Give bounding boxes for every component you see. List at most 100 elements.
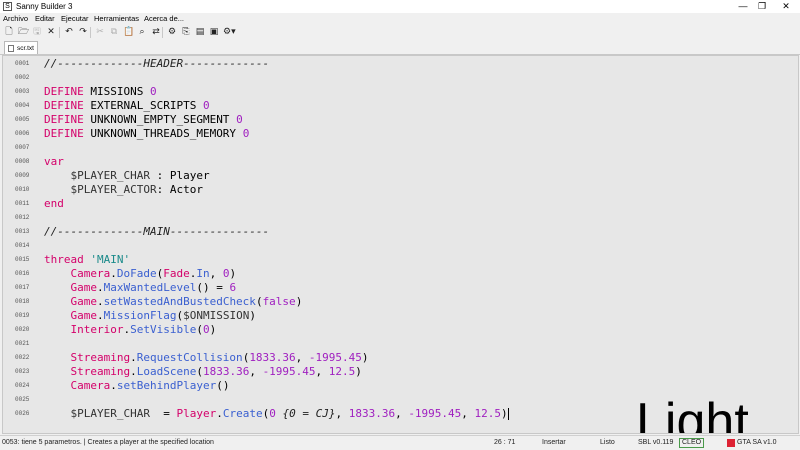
code-token-plain: : Actor bbox=[156, 183, 203, 196]
code-line[interactable]: 0020 Interior.SetVisible(0) bbox=[3, 323, 798, 337]
code-line[interactable]: 0022 Streaming.RequestCollision(1833.36,… bbox=[3, 351, 798, 365]
line-number: 0014 bbox=[15, 242, 30, 249]
code-line[interactable]: 0013 //-------------MAIN--------------- bbox=[3, 225, 798, 239]
line-number: 0006 bbox=[15, 130, 30, 137]
save-icon[interactable]: 🖫 bbox=[32, 27, 42, 37]
copy-icon[interactable]: ⧉ bbox=[109, 27, 119, 37]
compile-icon[interactable]: ⚙ bbox=[167, 27, 177, 37]
code-line[interactable]: 0014 bbox=[3, 239, 798, 253]
code-line[interactable]: 0015 thread 'MAIN' bbox=[3, 253, 798, 267]
code-editor[interactable]: 0001//-------------HEADER------------- 00… bbox=[2, 55, 799, 434]
code-line[interactable]: 0005 DEFINE UNKNOWN_EMPTY_SEGMENT 0 bbox=[3, 113, 798, 127]
redo-icon[interactable]: ↷ bbox=[78, 27, 88, 37]
code-token-number: 12.5 bbox=[328, 365, 356, 378]
code-line[interactable]: 0017 Game.MaxWantedLevel() = 6 bbox=[3, 281, 798, 295]
code-line[interactable]: 0024 Camera.setBehindPlayer() bbox=[3, 379, 798, 393]
code-line[interactable]: 0004 DEFINE EXTERNAL_SCRIPTS 0 bbox=[3, 99, 798, 113]
paste-icon[interactable]: 📋 bbox=[123, 27, 134, 37]
menu-ejecutar[interactable]: Ejecutar bbox=[61, 13, 89, 25]
line-number: 0016 bbox=[15, 270, 30, 277]
code-token-plain: ) bbox=[355, 365, 362, 378]
maximize-button[interactable]: ❐ bbox=[752, 0, 772, 13]
code-token-plain: . bbox=[96, 295, 104, 308]
code-token-class: Interior bbox=[44, 323, 124, 336]
code-line[interactable]: 0019 Game.MissionFlag($ONMISSION) bbox=[3, 309, 798, 323]
title-bar: S Sanny Builder 3 — ❐ ✕ bbox=[0, 0, 800, 13]
code-token-plain: , bbox=[295, 351, 309, 364]
code-token-var: $PLAYER_CHAR bbox=[44, 407, 157, 420]
code-token-class: Streaming bbox=[44, 351, 131, 364]
cleo-badge[interactable]: CLEO bbox=[679, 438, 705, 448]
close-window-button[interactable]: ✕ bbox=[776, 0, 796, 13]
decompile-icon[interactable]: ⎘ bbox=[181, 27, 191, 37]
code-text: thread 'MAIN' bbox=[44, 253, 130, 267]
code-line[interactable]: 0011 end bbox=[3, 197, 798, 211]
menu-acerca-de[interactable]: Acerca de... bbox=[144, 13, 184, 25]
settings-icon[interactable]: ⚙▾ bbox=[223, 27, 236, 37]
code-token-plain: ) bbox=[249, 309, 256, 322]
code-line[interactable]: 0002 bbox=[3, 71, 798, 85]
line-number: 0008 bbox=[15, 158, 30, 165]
code-token-comment: //-------------MAIN--------------- bbox=[44, 225, 270, 238]
code-text: $PLAYER_CHAR = Player.Create(0 {0 = CJ},… bbox=[44, 407, 509, 421]
tab-scr-txt[interactable]: scr.txt bbox=[4, 41, 38, 54]
code-token-plain: ) bbox=[361, 351, 369, 364]
cut-icon[interactable]: ✂ bbox=[95, 27, 105, 37]
code-token-plain: : Player bbox=[156, 169, 210, 182]
text-caret bbox=[507, 408, 509, 420]
code-token-method: RequestCollision bbox=[136, 351, 243, 364]
game-version[interactable]: GTA SA v1.0 bbox=[737, 436, 777, 450]
line-number: 0015 bbox=[15, 256, 30, 263]
replace-icon[interactable]: ⇄ bbox=[151, 27, 161, 37]
line-number: 0003 bbox=[15, 88, 30, 95]
code-line[interactable]: 0010 $PLAYER_ACTOR: Actor bbox=[3, 183, 798, 197]
code-text: DEFINE MISSIONS 0 bbox=[44, 85, 157, 99]
open-folder-icon[interactable]: 🗁 bbox=[18, 27, 29, 37]
code-line[interactable]: 0001 //-------------HEADER------------- bbox=[3, 57, 798, 71]
code-token-class: Fade bbox=[163, 267, 190, 280]
menu-herramientas[interactable]: Herramientas bbox=[94, 13, 139, 25]
code-token-method: MissionFlag bbox=[103, 309, 177, 322]
game-icon[interactable]: ▣ bbox=[209, 27, 219, 37]
code-line[interactable]: 0023 Streaming.LoadScene(1833.36, -1995.… bbox=[3, 365, 798, 379]
code-token-number: 12.5 bbox=[474, 407, 502, 420]
code-text: DEFINE UNKNOWN_THREADS_MEMORY 0 bbox=[44, 127, 249, 141]
code-token-class: Streaming bbox=[44, 365, 131, 378]
code-token-number: 0 bbox=[242, 127, 250, 140]
code-token-var: $PLAYER_CHAR bbox=[44, 169, 157, 182]
opcode-search-icon[interactable]: ▤ bbox=[195, 27, 205, 37]
line-number: 0004 bbox=[15, 102, 30, 109]
code-text: $PLAYER_ACTOR: Actor bbox=[44, 183, 203, 197]
code-line[interactable]: 0003 DEFINE MISSIONS 0 bbox=[3, 85, 798, 99]
find-icon[interactable]: ⌕ bbox=[137, 27, 147, 37]
code-token-plain: . bbox=[96, 309, 104, 322]
code-line[interactable]: 0007 bbox=[3, 141, 798, 155]
menu-editar[interactable]: Editar bbox=[35, 13, 55, 25]
new-file-icon[interactable]: 🗋 bbox=[4, 27, 14, 37]
code-token-plain: = bbox=[156, 407, 177, 420]
toolbar-separator bbox=[59, 27, 60, 38]
edit-mode: Insertar bbox=[542, 439, 566, 446]
code-line[interactable]: 0008 var bbox=[3, 155, 798, 169]
code-line[interactable]: 0012 bbox=[3, 211, 798, 225]
code-line[interactable]: 0018 Game.setWastedAndBustedCheck(false) bbox=[3, 295, 798, 309]
code-token-plain: UNKNOWN_EMPTY_SEGMENT bbox=[90, 113, 237, 126]
line-number: 0001 bbox=[15, 60, 30, 67]
code-token-keyword: DEFINE bbox=[44, 99, 91, 112]
code-token-plain: ) bbox=[501, 407, 508, 420]
undo-icon[interactable]: ↶ bbox=[64, 27, 74, 37]
code-line[interactable]: 0009 $PLAYER_CHAR : Player bbox=[3, 169, 798, 183]
code-token-plain: ) bbox=[295, 295, 303, 308]
menu-archivo[interactable]: Archivo bbox=[3, 13, 28, 25]
code-token-var: $PLAYER_ACTOR bbox=[44, 183, 157, 196]
close-icon[interactable]: ✕ bbox=[46, 27, 56, 37]
code-token-comment: //-------------HEADER------------- bbox=[44, 57, 270, 70]
code-line[interactable]: 0021 bbox=[3, 337, 798, 351]
minimize-button[interactable]: — bbox=[733, 0, 753, 13]
code-token-keyword: thread bbox=[44, 253, 91, 266]
code-token-plain: , bbox=[395, 407, 409, 420]
code-token-number: -1995.45 bbox=[408, 407, 462, 420]
code-token-method: setWastedAndBustedCheck bbox=[103, 295, 256, 308]
code-line[interactable]: 0016 Camera.DoFade(Fade.In, 0) bbox=[3, 267, 798, 281]
code-line[interactable]: 0006 DEFINE UNKNOWN_THREADS_MEMORY 0 bbox=[3, 127, 798, 141]
